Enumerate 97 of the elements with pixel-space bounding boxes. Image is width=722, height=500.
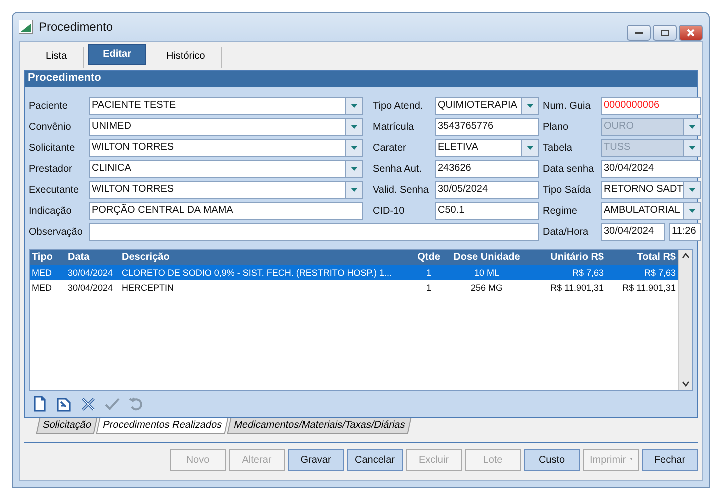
column-header[interactable]: Descrição	[120, 252, 412, 263]
field-label: Plano	[543, 122, 570, 132]
check-icon[interactable]	[105, 398, 120, 410]
scrollbar[interactable]	[678, 250, 692, 390]
field-label: Paciente	[29, 100, 69, 112]
dropdown-icon[interactable]	[345, 182, 362, 198]
field-label: Convênio	[29, 122, 72, 132]
column-header[interactable]: Tipo	[30, 252, 66, 263]
field[interactable]: 243626	[435, 160, 539, 178]
field-label: Prestador	[29, 164, 74, 174]
field[interactable]: CLINICA	[89, 160, 363, 178]
field[interactable]: AMBULATORIAL	[601, 202, 701, 220]
table-cell-text: 256 MG	[470, 282, 504, 292]
tab[interactable]: Lista	[30, 47, 84, 68]
field-label: Observação	[29, 226, 84, 238]
table-cell-text: MED	[31, 268, 53, 278]
field[interactable]: RETORNO SADT	[601, 181, 701, 199]
dropdown-icon[interactable]	[683, 203, 700, 219]
table-cell-text: R$ 11.901,31	[550, 282, 605, 292]
field[interactable]: 0000000006	[601, 97, 701, 115]
table-row[interactable]: MED 30/04/2024 CLORETO DE SODIO 0,9% - SIST. FECH. (RESTRITO HOSP.) 1... 1 10 ML R$ 7,63 R$ 7,63	[30, 265, 678, 280]
tab[interactable]: Editar	[88, 44, 146, 65]
table-row[interactable]: MED 30/04/2024 HERCEPTIN 1 256 MG R$ 11.901,31 R$ 11.901,31	[30, 280, 678, 295]
field[interactable]: 30/05/2024	[435, 181, 539, 199]
field-label: Tabela	[543, 142, 574, 154]
tab[interactable]: Solicitação	[36, 418, 98, 434]
field-label: CID-10	[372, 206, 406, 216]
table-cell-text: R$ 7,63	[643, 268, 677, 278]
field[interactable]: C50.1	[435, 202, 539, 220]
panel-header: Procedimento	[25, 71, 697, 87]
field-label: Senha Aut.	[372, 164, 423, 174]
dropdown-icon[interactable]	[345, 119, 362, 135]
column-header[interactable]: Total R$	[606, 252, 678, 263]
dropdown-icon[interactable]	[521, 140, 538, 156]
column-header[interactable]: Data	[66, 252, 120, 263]
action-button[interactable]: Fechar	[642, 449, 698, 471]
field-label: Indicação	[29, 206, 73, 216]
new-document-icon[interactable]	[33, 396, 47, 412]
action-button[interactable]: Custo	[524, 449, 580, 471]
maximize-icon	[660, 29, 670, 37]
action-button[interactable]: Cancelar	[347, 449, 403, 471]
field-label: Matrícula	[372, 122, 416, 132]
field[interactable]: 3543765776	[435, 118, 539, 136]
dropdown-icon[interactable]	[345, 140, 362, 156]
field-label: Solicitante	[29, 142, 76, 154]
field-label: Num. Guia	[543, 100, 592, 112]
field-label: Tipo Saída	[543, 184, 592, 196]
field-label: Carater	[372, 142, 408, 154]
column-header[interactable]: Qtde	[412, 252, 446, 263]
table-cell-text: R$ 7,63	[571, 268, 605, 278]
table-cell-text: 1	[425, 268, 432, 278]
dropdown-icon[interactable]	[345, 161, 362, 177]
close-icon	[686, 29, 696, 37]
field-label: Executante	[29, 184, 80, 196]
table-cell-text: 10 ML	[473, 268, 500, 278]
field-label: Data senha	[543, 164, 596, 174]
field[interactable]: WILTON TORRES	[89, 139, 363, 157]
minimize-button[interactable]	[627, 25, 651, 41]
delete-icon[interactable]	[81, 396, 96, 412]
field[interactable]: WILTON TORRES	[89, 181, 363, 199]
column-header[interactable]: Dose Unidade	[446, 252, 528, 263]
column-header[interactable]: Unitário R$	[528, 252, 606, 263]
edit-document-icon[interactable]	[56, 396, 72, 412]
tab[interactable]: Procedimentos Realizados	[96, 418, 230, 434]
dropdown-icon[interactable]	[683, 182, 700, 198]
table-cell-text: MED	[31, 282, 53, 292]
field-label: Valid. Senha	[372, 184, 430, 196]
field[interactable]: UNIMED	[89, 118, 363, 136]
dropdown-icon[interactable]	[521, 98, 538, 114]
field[interactable]: PORÇÃO CENTRAL DA MAMA	[89, 202, 363, 220]
table-cell-text: R$ 11.901,31	[622, 282, 677, 292]
tab[interactable]: Medicamentos/Materiais/Taxas/Diárias	[228, 418, 412, 434]
app-logo-icon	[19, 20, 33, 34]
action-button[interactable]: Gravar	[288, 449, 344, 471]
field[interactable]: 30/04/2024	[601, 160, 701, 178]
scroll-up-icon[interactable]	[682, 253, 690, 259]
observation-field[interactable]	[89, 223, 539, 241]
table-cell-text: 1	[425, 282, 432, 292]
close-button[interactable]	[679, 25, 703, 41]
table-cell-text: 30/04/2024	[67, 268, 114, 278]
field-label: Regime	[543, 206, 578, 216]
table-cell-text: HERCEPTIN	[121, 282, 176, 292]
field[interactable]: QUIMIOTERAPIA	[435, 97, 539, 115]
date-field[interactable]: 30/04/2024	[601, 223, 665, 241]
dropdown-icon[interactable]	[345, 98, 362, 114]
window-title: Procedimento	[39, 20, 114, 34]
field-label: Data/Hora	[543, 226, 590, 238]
time-field[interactable]: 11:26	[669, 223, 701, 241]
caret-icon	[630, 458, 632, 462]
tab[interactable]: Histórico	[150, 47, 222, 68]
scroll-down-icon[interactable]	[682, 381, 690, 387]
table-cell-text: CLORETO DE SODIO 0,9% - SIST. FECH. (RESTRITO HOSP.) 1...	[121, 268, 394, 278]
maximize-button[interactable]	[653, 25, 677, 41]
field[interactable]: PACIENTE TESTE	[89, 97, 363, 115]
field[interactable]: ELETIVA	[435, 139, 539, 157]
table-cell-text: 30/04/2024	[67, 282, 114, 292]
field-label: Tipo Atend.	[372, 100, 424, 112]
